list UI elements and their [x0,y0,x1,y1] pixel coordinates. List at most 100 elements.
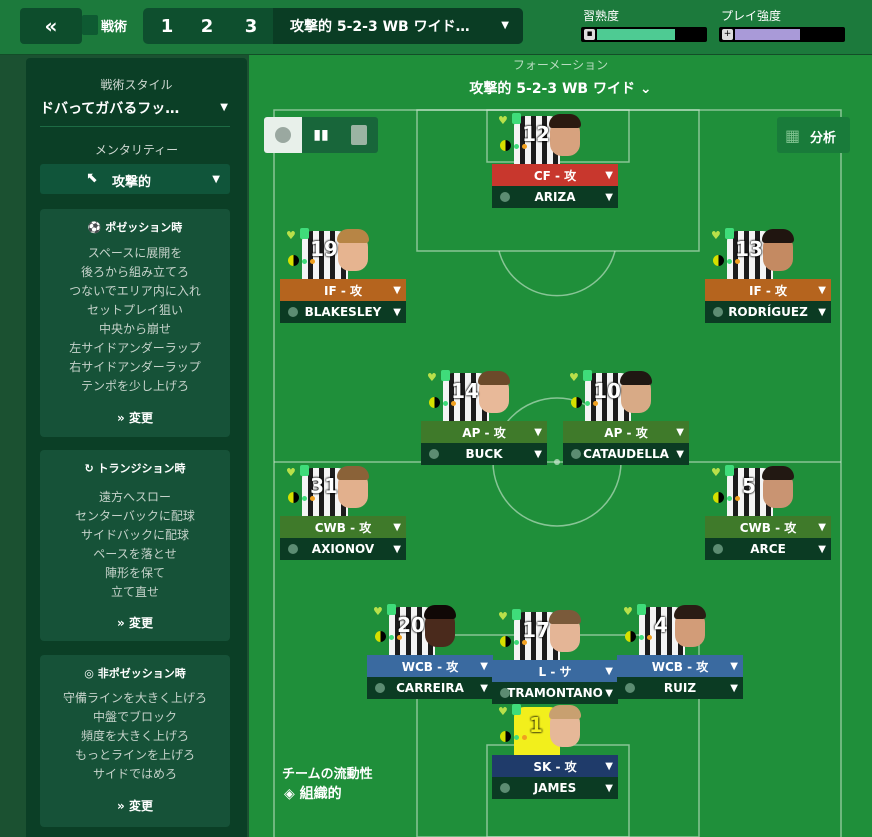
role-dropdown[interactable]: WCB - 攻 ▼ [367,655,493,677]
instruction-item: つないでエリア内に入れ [69,284,201,298]
player-slot-if-left[interactable]: 19 ♥ IF - 攻 ▼ BLAKESLEY ▼ [280,225,406,343]
player-name-dropdown[interactable]: ARIZA ▼ [492,186,618,208]
morale-heart-icon: ♥ [373,605,383,618]
shirt-number: 10 [593,379,621,403]
chevron-down-icon: ▼ [605,666,613,677]
player-name-dropdown[interactable]: RUIZ ▼ [617,677,743,699]
player-slot-cwb-left[interactable]: 31 ♥ CWB - 攻 ▼ AXIONOV ▼ [280,462,406,580]
tactic-icon [82,15,98,35]
familiarity-label: 習熟度 [583,9,620,23]
role-dropdown[interactable]: IF - 攻 ▼ [280,279,406,301]
player-slot-wcb-right[interactable]: 4 ♥ WCB - 攻 ▼ RUIZ ▼ [617,601,743,719]
familiarity-meter[interactable]: ▪ [581,27,707,42]
tactic-dropdown[interactable]: 攻撃的 5-2-3 WB ワイド… ▼ [273,8,523,44]
player-name-dropdown[interactable]: CATAUDELLA ▼ [563,443,689,465]
status-dot-icon [310,259,315,264]
instruction-item: 頻度を大きく上げろ [80,729,189,743]
morale-heart-icon: ♥ [569,371,579,384]
role-dropdown[interactable]: WCB - 攻 ▼ [617,655,743,677]
role-dropdown[interactable]: CF - 攻 ▼ [492,164,618,186]
player-slot-sk[interactable]: 1 ♥ SK - 攻 ▼ JAMES ▼ [492,701,618,819]
chevron-down-icon: ▼ [393,285,401,296]
in-possession-list: スペースに展開を 後ろから組み立てろ つないでエリア内に入れ セットプレイ狙い 中央から… [40,244,230,396]
intensity-meter[interactable]: + [719,27,845,42]
double-chevron-right-icon: » [117,411,129,425]
view-players-button[interactable] [264,117,302,153]
style-label: 戦術スタイル [100,78,173,92]
instruction-item: 中央から崩せ [98,322,171,336]
status-dot-icon [727,496,732,501]
tactic-slot-3[interactable]: 3 [230,8,272,44]
player-slot-cf[interactable]: 12 ♥ CF - 攻 ▼ ARIZA ▼ [492,110,618,228]
role-dropdown[interactable]: AP - 攻 ▼ [563,421,689,443]
player-name-dropdown[interactable]: JAMES ▼ [492,777,618,799]
instruction-item: テンポを少し上げろ [80,379,189,393]
player-name-dropdown[interactable]: BUCK ▼ [421,443,547,465]
formation-dropdown[interactable]: 攻撃的 5-2-3 WB ワイド ⌄ [249,78,872,98]
status-dot-icon [585,401,590,406]
player-name-dropdown[interactable]: BLAKESLEY ▼ [280,301,406,323]
sharpness-icon [713,492,724,503]
morale-heart-icon: ♥ [711,466,721,479]
person-icon [429,449,439,459]
status-dot-icon [647,635,652,640]
role-label: AP - 攻 [604,425,648,440]
role-dropdown[interactable]: SK - 攻 ▼ [492,755,618,777]
chevron-down-icon: ▼ [676,427,684,438]
intensity-fill [735,29,800,40]
status-dot-icon [522,640,527,645]
player-name-dropdown[interactable]: AXIONOV ▼ [280,538,406,560]
instruction-item: もっとラインを上げろ [74,748,195,762]
view-instructions-button[interactable] [340,117,378,153]
shirt-number: 31 [310,474,338,498]
role-dropdown[interactable]: CWB - 攻 ▼ [705,516,831,538]
player-slot-ap-left[interactable]: 14 ♥ AP - 攻 ▼ BUCK ▼ [421,367,547,485]
player-slot-wcb-left[interactable]: 20 ♥ WCB - 攻 ▼ CARREIRA ▼ [367,601,493,719]
view-stats-button[interactable]: ▮▮ [302,117,340,153]
status-dot-icon [514,735,519,740]
role-dropdown[interactable]: CWB - 攻 ▼ [280,516,406,538]
in-possession-change-button[interactable]: » 変更 [40,409,230,426]
condition-icon [583,370,592,381]
status-dot-icon [397,635,402,640]
fluidity-title: チームの流動性 [282,767,373,782]
instruction-item: 後ろから組み立てろ [80,265,189,279]
chevron-down-icon: ▼ [818,522,826,533]
status-dot-icon [302,496,307,501]
tactic-slot-1[interactable]: 1 [146,8,188,44]
transition-change-button[interactable]: » 変更 [40,614,230,631]
person-icon [500,688,510,698]
condition-icon [725,465,734,476]
change-label: 変更 [128,799,153,813]
player-slot-cwb-right[interactable]: 5 ♥ CWB - 攻 ▼ ARCE ▼ [705,462,831,580]
role-dropdown[interactable]: L - サ ▼ [492,660,618,682]
out-of-possession-card: ◎ 非ポゼッション時 守備ラインを大きく上げろ 中盤でブロック 頻度を大きく上げろも… [40,655,230,827]
sharpness-icon [571,397,582,408]
role-label: CF - 攻 [533,168,577,183]
mentality-dropdown[interactable]: ⬉ 攻撃的 ▼ [40,164,230,194]
shirt-number: 20 [397,613,425,637]
player-slot-ap-right[interactable]: 10 ♥ AP - 攻 ▼ CATAUDELLA ▼ [563,367,689,485]
player-name-dropdown[interactable]: CARREIRA ▼ [367,677,493,699]
tactic-slot-2[interactable]: 2 [186,8,228,44]
player-name-dropdown[interactable]: ARCE ▼ [705,538,831,560]
collapse-sidebar-button[interactable]: « [20,8,82,44]
defending-icon: ◎ [84,667,98,680]
player-slot-if-right[interactable]: 13 ♥ IF - 攻 ▼ RODRÍGUEZ ▼ [705,225,831,343]
player-name: BUCK [465,447,503,461]
style-dropdown[interactable]: ドバってガバるフッ… ▼ [40,98,230,118]
player-name: JAMES [533,781,577,795]
football-icon: ⚽ [87,221,106,234]
bar-chart-icon: ▮▮ [313,127,329,143]
person-icon [500,783,510,793]
analysis-button[interactable]: ▦ 分析 [777,117,850,153]
analysis-label: 分析 [810,131,837,146]
instruction-item: 立て直せ [110,585,159,599]
out-of-possession-change-button[interactable]: » 変更 [40,797,230,814]
status-dot-icon [727,259,732,264]
role-dropdown[interactable]: AP - 攻 ▼ [421,421,547,443]
divider [40,126,230,127]
player-name-dropdown[interactable]: RODRÍGUEZ ▼ [705,301,831,323]
transition-card: ↻ トランジション時 遠方へスロー センターバックに配球 サイドバックに配球 ペースを… [40,450,230,641]
role-dropdown[interactable]: IF - 攻 ▼ [705,279,831,301]
